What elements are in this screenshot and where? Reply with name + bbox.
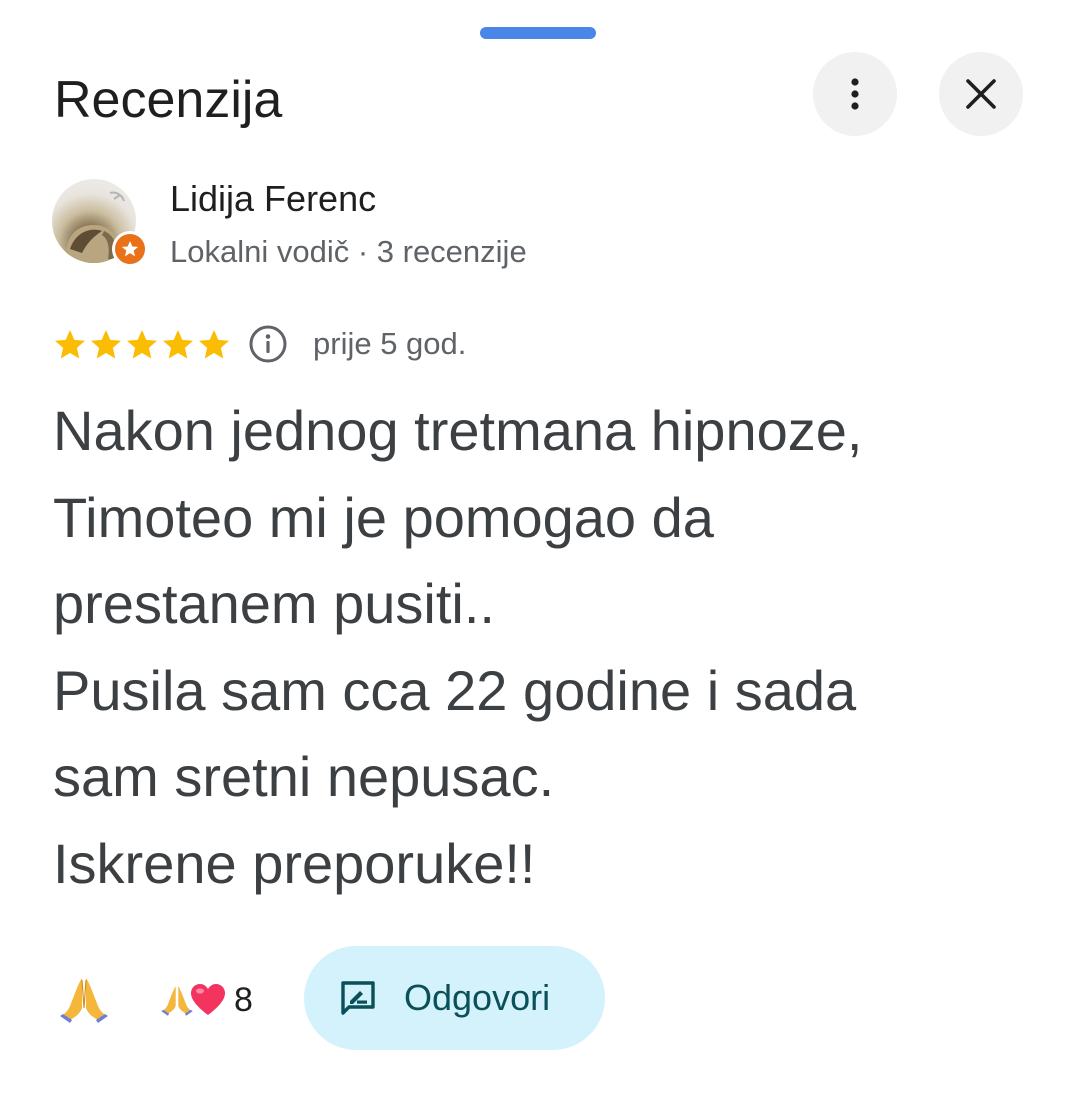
- sheet-drag-handle[interactable]: [480, 27, 596, 39]
- star-icon: [163, 330, 193, 359]
- more-options-button[interactable]: [813, 52, 897, 136]
- info-icon[interactable]: [248, 324, 288, 364]
- sheet-title: Recenzija: [54, 71, 283, 129]
- more-vert-icon: [851, 78, 859, 110]
- review-line: sam sretni nepusac.: [53, 745, 555, 808]
- reply-button[interactable]: Odgovori: [304, 946, 605, 1050]
- review-line: Nakon jednog tretmana hipnoze,: [53, 399, 863, 462]
- review-time: prije 5 god.: [313, 326, 467, 361]
- folded-hands-icon[interactable]: [58, 974, 110, 1024]
- review-text: Nakon jednog tretmana hipnoze, Timoteo m…: [53, 388, 1043, 907]
- heart-icon: [191, 984, 225, 1015]
- star-icon: [199, 330, 229, 359]
- review-line: Pusila sam cca 22 godine i sada: [53, 658, 857, 722]
- reviewer-name[interactable]: Lidija Ferenc: [170, 178, 376, 220]
- review-line: prestanem pusiti..: [53, 572, 495, 635]
- close-button[interactable]: [939, 52, 1023, 136]
- star-rating: [52, 324, 232, 366]
- folded-hands-icon: [161, 986, 193, 1016]
- reply-comment-icon: [341, 981, 375, 1015]
- close-icon: [966, 79, 996, 109]
- reviewer-meta: Lokalni vodič · 3 recenzije: [170, 234, 527, 269]
- reaction-count: 8: [234, 981, 253, 1019]
- star-icon: [55, 330, 85, 359]
- local-guide-star-icon: [121, 241, 139, 257]
- star-icon: [91, 330, 121, 359]
- review-line: Timoteo mi je pomogao da: [53, 485, 714, 549]
- local-guide-badge: [112, 231, 148, 267]
- star-icon: [127, 330, 157, 359]
- reactions-summary[interactable]: 8: [160, 975, 253, 1025]
- reply-button-label: Odgovori: [404, 977, 551, 1018]
- review-line: Iskrene preporuke!!: [53, 831, 536, 895]
